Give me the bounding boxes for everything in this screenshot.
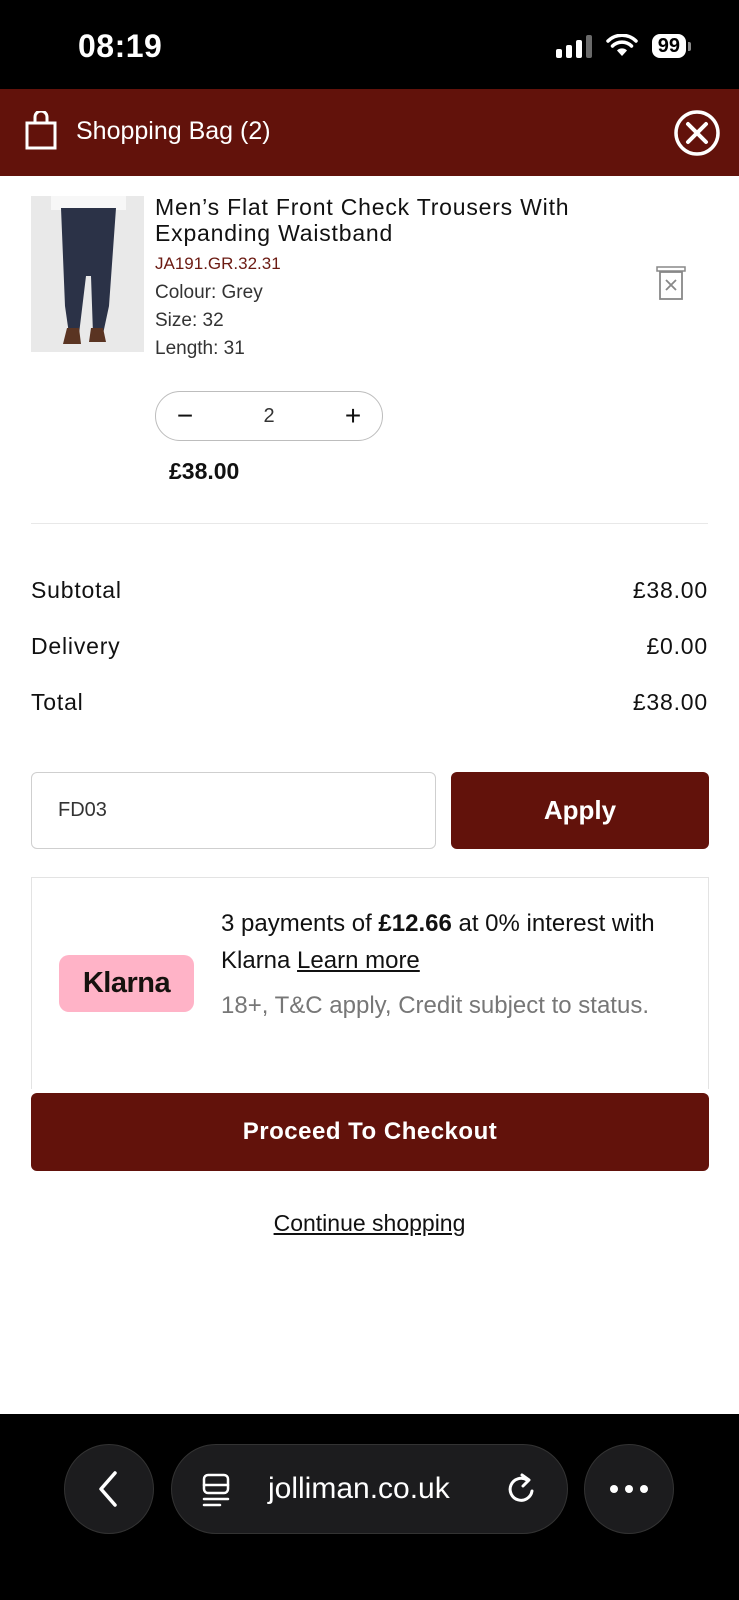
battery-level: 99 bbox=[651, 34, 686, 58]
battery-icon: 99 bbox=[651, 34, 691, 58]
status-bar: 08:19 99 bbox=[0, 0, 739, 89]
address-bar[interactable]: jolliman.co.uk bbox=[171, 1444, 568, 1534]
cart-header: Shopping Bag (2) bbox=[0, 89, 739, 176]
quantity-value: 2 bbox=[263, 404, 275, 427]
quantity-stepper: − 2 + bbox=[155, 391, 383, 441]
divider bbox=[31, 523, 708, 524]
increase-quantity-button[interactable]: + bbox=[338, 402, 368, 430]
total-value: £38.00 bbox=[632, 689, 708, 715]
signal-icon bbox=[555, 34, 592, 58]
chevron-left-icon bbox=[99, 1471, 117, 1507]
klarna-message: 3 payments of £12.66 at 0% interest with… bbox=[221, 905, 691, 979]
klarna-text-prefix: 3 payments of bbox=[221, 910, 379, 937]
klarna-amount: £12.66 bbox=[378, 910, 452, 937]
product-image[interactable] bbox=[31, 196, 144, 352]
more-icon bbox=[610, 1485, 648, 1493]
browser-toolbar: jolliman.co.uk bbox=[0, 1414, 739, 1600]
reader-icon[interactable] bbox=[202, 1473, 232, 1507]
cart-content: Men’s Flat Front Check Trousers With Exp… bbox=[0, 176, 739, 1414]
continue-shopping-link[interactable]: Continue shopping bbox=[0, 1210, 739, 1237]
product-colour: Colour: Grey bbox=[155, 282, 263, 303]
promo-code-input[interactable] bbox=[31, 772, 436, 849]
product-price: £38.00 bbox=[169, 458, 240, 484]
delivery-row: Delivery £0.00 bbox=[31, 633, 708, 660]
more-options-button[interactable] bbox=[584, 1444, 674, 1534]
url-text: jolliman.co.uk bbox=[268, 1472, 450, 1505]
back-button[interactable] bbox=[64, 1444, 154, 1534]
close-icon[interactable] bbox=[673, 109, 721, 157]
delivery-label: Delivery bbox=[31, 633, 121, 659]
cart-title: Shopping Bag (2) bbox=[76, 117, 271, 145]
product-title[interactable]: Men’s Flat Front Check Trousers With Exp… bbox=[155, 194, 585, 246]
klarna-note: 18+, T&C apply, Credit subject to status… bbox=[221, 992, 649, 1019]
subtotal-row: Subtotal £38.00 bbox=[31, 577, 708, 604]
product-sku: JA191.GR.32.31 bbox=[155, 254, 281, 273]
klarna-learn-more-link[interactable]: Learn more bbox=[297, 947, 420, 974]
shopping-bag-icon bbox=[25, 111, 57, 150]
status-icons: 99 bbox=[555, 34, 691, 58]
total-row: Total £38.00 bbox=[31, 689, 708, 716]
status-time: 08:19 bbox=[78, 28, 163, 64]
delivery-value: £0.00 bbox=[646, 633, 708, 659]
product-size: Size: 32 bbox=[155, 310, 224, 331]
reload-icon[interactable] bbox=[505, 1471, 539, 1507]
wifi-icon bbox=[606, 34, 638, 56]
apply-promo-button[interactable]: Apply bbox=[451, 772, 709, 849]
decrease-quantity-button[interactable]: − bbox=[170, 402, 200, 430]
proceed-to-checkout-button[interactable]: Proceed To Checkout bbox=[31, 1093, 709, 1171]
subtotal-value: £38.00 bbox=[632, 577, 708, 603]
klarna-banner: Klarna 3 payments of £12.66 at 0% intere… bbox=[31, 877, 709, 1089]
total-label: Total bbox=[31, 689, 84, 715]
subtotal-label: Subtotal bbox=[31, 577, 122, 603]
klarna-logo: Klarna bbox=[59, 955, 194, 1012]
product-length: Length: 31 bbox=[155, 338, 245, 359]
remove-item-icon[interactable] bbox=[656, 266, 686, 300]
